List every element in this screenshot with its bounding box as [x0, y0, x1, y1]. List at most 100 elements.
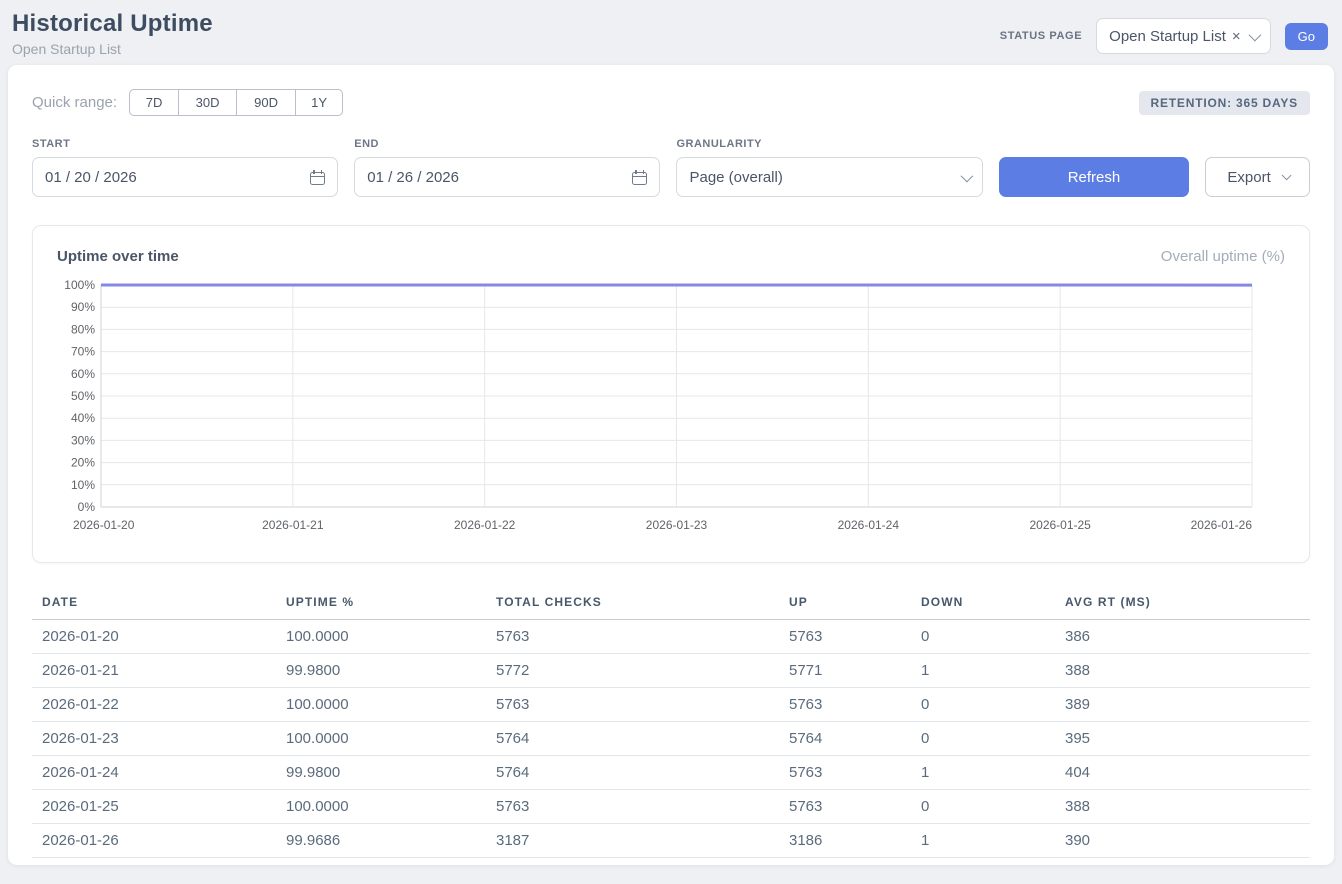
table-cell: 0 — [911, 722, 1055, 756]
table-cell: 390 — [1055, 824, 1310, 858]
filters-fields-row: START 01 / 20 / 2026 END 01 / 26 / 2026 … — [32, 138, 1310, 197]
svg-text:2026-01-20: 2026-01-20 — [73, 518, 135, 532]
export-button[interactable]: Export — [1205, 157, 1310, 197]
svg-text:70%: 70% — [71, 345, 95, 359]
refresh-button[interactable]: Refresh — [999, 157, 1190, 197]
column-header-down: DOWN — [911, 587, 1055, 620]
calendar-icon[interactable] — [310, 170, 325, 185]
table-cell: 404 — [1055, 756, 1310, 790]
chart-svg: 100%90%80%70%60%50%40%30%20%10%0%2026-01… — [57, 275, 1285, 537]
go-button[interactable]: Go — [1285, 23, 1328, 50]
table-body: 2026-01-20100.00005763576303862026-01-21… — [32, 620, 1310, 858]
table-cell: 2026-01-21 — [32, 654, 276, 688]
svg-text:2026-01-24: 2026-01-24 — [838, 518, 900, 532]
table-cell: 2026-01-25 — [32, 790, 276, 824]
page-subtitle: Open Startup List — [12, 41, 213, 57]
table-cell: 0 — [911, 620, 1055, 654]
table-cell: 100.0000 — [276, 722, 486, 756]
clear-selection-icon[interactable]: × — [1232, 29, 1241, 44]
chevron-down-icon — [960, 169, 973, 182]
column-header-avg-rt: AVG RT (MS) — [1055, 587, 1310, 620]
header-controls: STATUS PAGE Open Startup List × Go — [1000, 18, 1328, 54]
table-cell: 395 — [1055, 722, 1310, 756]
table-row: 2026-01-23100.0000576457640395 — [32, 722, 1310, 756]
start-date-field-group: START 01 / 20 / 2026 — [32, 138, 338, 197]
uptime-chart-panel: Uptime over time Overall uptime (%) 100%… — [32, 225, 1310, 563]
table-cell: 99.9800 — [276, 756, 486, 790]
chevron-down-icon — [1248, 28, 1261, 41]
quick-range-7d-button[interactable]: 7D — [129, 89, 179, 116]
table-row: 2026-01-25100.0000576357630388 — [32, 790, 1310, 824]
granularity-select[interactable]: Page (overall) — [676, 157, 982, 197]
quick-range-buttons: 7D 30D 90D 1Y — [129, 89, 343, 116]
table-row: 2026-01-22100.0000576357630389 — [32, 688, 1310, 722]
svg-text:30%: 30% — [71, 433, 95, 447]
table-cell: 2026-01-20 — [32, 620, 276, 654]
table-cell: 388 — [1055, 654, 1310, 688]
granularity-selected-value: Page (overall) — [689, 169, 782, 186]
table-cell: 2026-01-22 — [32, 688, 276, 722]
table-cell: 1 — [911, 756, 1055, 790]
main-card: Quick range: 7D 30D 90D 1Y RETENTION: 36… — [8, 65, 1334, 865]
table-cell: 5772 — [486, 654, 779, 688]
svg-text:2026-01-25: 2026-01-25 — [1029, 518, 1091, 532]
table-cell: 5763 — [779, 620, 911, 654]
table-cell: 99.9800 — [276, 654, 486, 688]
table-cell: 389 — [1055, 688, 1310, 722]
quick-range-90d-button[interactable]: 90D — [237, 89, 296, 116]
table-cell: 99.9686 — [276, 824, 486, 858]
chart-header: Uptime over time Overall uptime (%) — [57, 248, 1285, 265]
svg-text:2026-01-21: 2026-01-21 — [262, 518, 324, 532]
table-cell: 100.0000 — [276, 790, 486, 824]
page-header: Historical Uptime Open Startup List STAT… — [0, 0, 1342, 65]
table-cell: 5763 — [486, 620, 779, 654]
table-cell: 3186 — [779, 824, 911, 858]
calendar-icon[interactable] — [632, 170, 647, 185]
end-date-value: 01 / 26 / 2026 — [367, 169, 459, 186]
column-header-total-checks: TOTAL CHECKS — [486, 587, 779, 620]
start-date-input[interactable]: 01 / 20 / 2026 — [32, 157, 338, 197]
chart-title: Uptime over time — [57, 248, 179, 265]
table-row: 2026-01-2199.9800577257711388 — [32, 654, 1310, 688]
title-block: Historical Uptime Open Startup List — [12, 10, 213, 57]
start-date-label: START — [32, 138, 338, 150]
table-row: 2026-01-2499.9800576457631404 — [32, 756, 1310, 790]
uptime-line-chart: 100%90%80%70%60%50%40%30%20%10%0%2026-01… — [57, 275, 1285, 542]
quick-range-30d-button[interactable]: 30D — [179, 89, 237, 116]
filters-top-row: Quick range: 7D 30D 90D 1Y RETENTION: 36… — [32, 89, 1310, 116]
chevron-down-icon — [1281, 170, 1291, 180]
table-cell: 3187 — [486, 824, 779, 858]
table-cell: 5763 — [486, 688, 779, 722]
uptime-table: DATE UPTIME % TOTAL CHECKS UP DOWN AVG R… — [32, 587, 1310, 858]
table-cell: 100.0000 — [276, 688, 486, 722]
end-date-input[interactable]: 01 / 26 / 2026 — [354, 157, 660, 197]
granularity-label: GRANULARITY — [676, 138, 982, 150]
table-cell: 5764 — [486, 756, 779, 790]
table-cell: 5763 — [486, 790, 779, 824]
svg-text:2026-01-23: 2026-01-23 — [646, 518, 708, 532]
table-cell: 2026-01-24 — [32, 756, 276, 790]
svg-text:20%: 20% — [71, 456, 95, 470]
table-cell: 5764 — [779, 722, 911, 756]
chart-legend: Overall uptime (%) — [1161, 248, 1285, 265]
table-cell: 2026-01-23 — [32, 722, 276, 756]
end-date-label: END — [354, 138, 660, 150]
svg-text:80%: 80% — [71, 322, 95, 336]
table-cell: 386 — [1055, 620, 1310, 654]
table-cell: 5764 — [486, 722, 779, 756]
svg-text:10%: 10% — [71, 478, 95, 492]
table-header: DATE UPTIME % TOTAL CHECKS UP DOWN AVG R… — [32, 587, 1310, 620]
svg-text:50%: 50% — [71, 389, 95, 403]
table-cell: 5763 — [779, 790, 911, 824]
retention-badge: RETENTION: 365 DAYS — [1139, 91, 1310, 115]
quick-range-group: Quick range: 7D 30D 90D 1Y — [32, 89, 343, 116]
column-header-up: UP — [779, 587, 911, 620]
svg-text:60%: 60% — [71, 367, 95, 381]
table-cell: 1 — [911, 824, 1055, 858]
table-cell: 0 — [911, 688, 1055, 722]
status-page-select[interactable]: Open Startup List × — [1096, 18, 1271, 54]
start-date-value: 01 / 20 / 2026 — [45, 169, 137, 186]
quick-range-1y-button[interactable]: 1Y — [296, 89, 343, 116]
svg-text:0%: 0% — [78, 500, 96, 514]
svg-text:90%: 90% — [71, 300, 95, 314]
